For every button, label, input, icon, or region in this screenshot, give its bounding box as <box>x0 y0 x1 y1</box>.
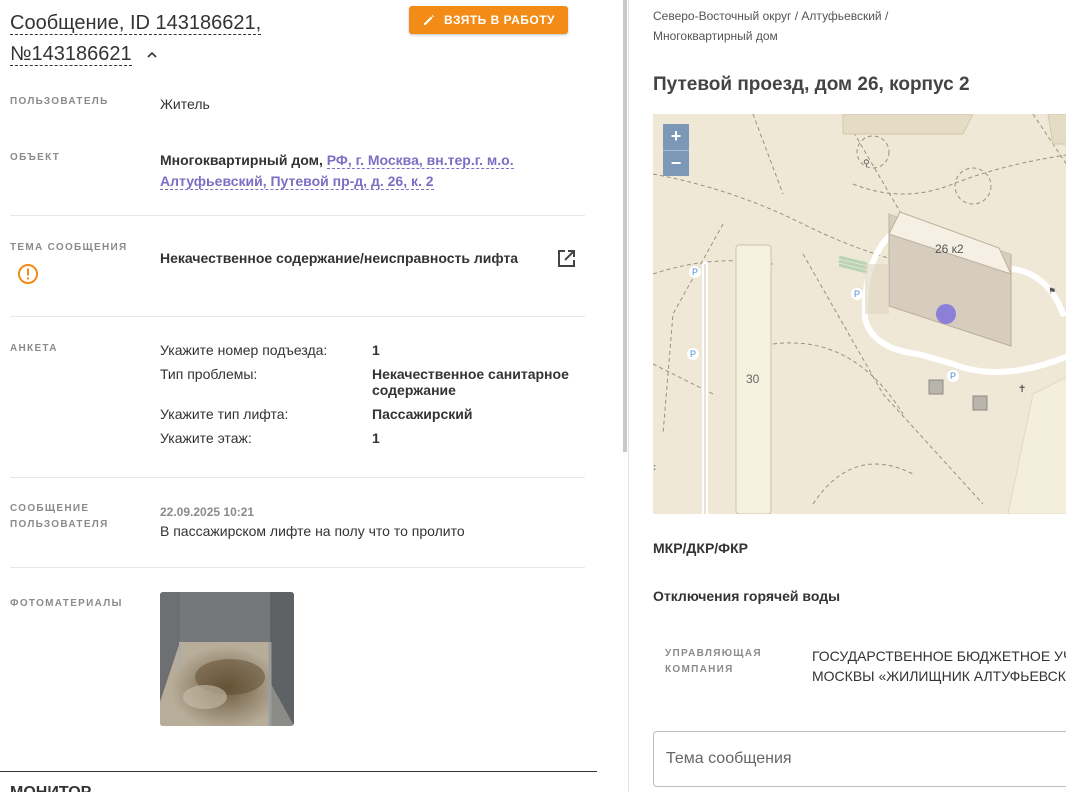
zoom-out-button[interactable]: − <box>663 150 689 176</box>
take-to-work-button[interactable]: ВЗЯТЬ В РАБОТУ <box>409 6 568 34</box>
building-30-label: 30 <box>746 372 760 386</box>
svg-text:P: P <box>854 289 860 299</box>
open-in-new-icon[interactable] <box>556 248 577 269</box>
map-zoom-control: + − <box>663 124 689 176</box>
pencil-icon <box>423 15 434 25</box>
mgmt-company-label: УПРАВЛЯЮЩАЯ КОМПАНИЯ <box>665 646 762 678</box>
page-title: Сообщение, ID 143186621, №143186621 <box>10 8 262 70</box>
mgmt-company-value-line1: ГОСУДАРСТВЕННОЕ БЮДЖЕТНОЕ УЧРЕ <box>812 648 1066 664</box>
map[interactable]: P P P P ⚲ ✝ ⚑ : 26 к2 30 + − <box>653 114 1066 514</box>
object-label: ОБЪЕКТ <box>10 152 61 163</box>
mgmt-company-value: ГОСУДАРСТВЕННОЕ БЮДЖЕТНОЕ УЧРЕ МОСКВЫ «Ж… <box>812 646 1066 686</box>
survey-question: Укажите этаж: <box>160 430 252 446</box>
divider <box>10 567 585 568</box>
breadcrumb-line1: Северо-Восточный округ / Алтуфьевский / <box>653 9 889 23</box>
svg-text:⚲: ⚲ <box>863 159 870 169</box>
map-canvas: P P P P ⚲ ✝ ⚑ : <box>653 114 1066 514</box>
object-address-link-1[interactable]: РФ, г. Москва, вн.тер.г. м.о. <box>326 152 514 169</box>
svg-text::: : <box>653 462 656 473</box>
user-message-label-line2: ПОЛЬЗОВАТЕЛЯ <box>10 519 109 530</box>
divider <box>10 477 585 478</box>
building-label: 26 к2 <box>935 242 964 256</box>
svg-text:⚑: ⚑ <box>1048 287 1056 297</box>
scrollbar-thumb[interactable] <box>623 0 627 452</box>
zoom-in-button[interactable]: + <box>663 124 689 150</box>
chevron-up-icon[interactable] <box>147 50 157 60</box>
message-panel: Сообщение, ID 143186621, №143186621 ВЗЯТ… <box>0 0 622 792</box>
user-message-label: СООБЩЕНИЕ ПОЛЬЗОВАТЕЛЯ <box>10 501 109 533</box>
survey-answer: Пассажирский <box>372 406 473 422</box>
topic-label: ТЕМА СООБЩЕНИЯ <box>10 242 128 253</box>
survey-question: Укажите тип лифта: <box>160 406 289 422</box>
breadcrumb: Северо-Восточный округ / Алтуфьевский / … <box>653 6 953 46</box>
location-panel: Северо-Восточный округ / Алтуфьевский / … <box>629 0 1066 792</box>
user-message-label-line1: СООБЩЕНИЕ <box>10 503 90 514</box>
survey-answer: 1 <box>372 430 380 446</box>
warning-icon <box>18 264 38 284</box>
object-type: Многоквартирный дом, <box>160 152 323 168</box>
divider <box>10 215 585 216</box>
photos-label: ФОТОМАТЕРИАЛЫ <box>10 598 123 609</box>
user-message-date: 22.09.2025 10:21 <box>160 505 255 519</box>
monitor-section-title: МОНИТОР <box>10 784 91 792</box>
survey-answer: Некачественное санитарное содержание <box>372 366 569 398</box>
mkr-section[interactable]: МКР/ДКР/ФКР <box>653 540 748 556</box>
user-message-text: В пассажирском лифте на полу что то прол… <box>160 523 465 539</box>
mgmt-company-label-line1: УПРАВЛЯЮЩАЯ <box>665 648 762 659</box>
title-line1: Сообщение, ID 143186621, <box>10 12 262 35</box>
svg-text:P: P <box>690 349 696 359</box>
breadcrumb-line2: Многоквартирный дом <box>653 29 778 43</box>
divider <box>10 316 585 317</box>
survey-label: АНКЕТА <box>10 343 58 354</box>
address-title: Путевой проезд, дом 26, корпус 2 <box>653 74 970 95</box>
message-theme-input[interactable] <box>653 731 1066 787</box>
user-label: ПОЛЬЗОВАТЕЛЬ <box>10 96 109 107</box>
take-to-work-label: ВЗЯТЬ В РАБОТУ <box>443 13 555 27</box>
topic-value: Некачественное содержание/неисправность … <box>160 250 519 266</box>
mgmt-company-label-line2: КОМПАНИЯ <box>665 664 734 675</box>
hot-water-section[interactable]: Отключения горячей воды <box>653 588 840 604</box>
object-value: Многоквартирный дом, РФ, г. Москва, вн.т… <box>160 150 520 192</box>
mgmt-company-value-line2: МОСКВЫ «ЖИЛИЩНИК АЛТУФЬЕВСКОГ <box>812 668 1066 684</box>
survey-question: Тип проблемы: <box>160 366 258 382</box>
title-line2: №143186621 <box>10 43 132 66</box>
survey-answer: 1 <box>372 342 380 358</box>
object-address-link-2[interactable]: Алтуфьевский, Путевой пр-д, д. 26, к. 2 <box>160 173 434 190</box>
user-value: Житель <box>160 96 210 112</box>
svg-text:P: P <box>692 267 698 277</box>
svg-text:✝: ✝ <box>1018 384 1026 395</box>
section-divider <box>0 771 597 772</box>
svg-text:P: P <box>950 371 956 381</box>
photo-thumbnail[interactable] <box>160 592 294 726</box>
survey-question: Укажите номер подъезда: <box>160 342 328 358</box>
